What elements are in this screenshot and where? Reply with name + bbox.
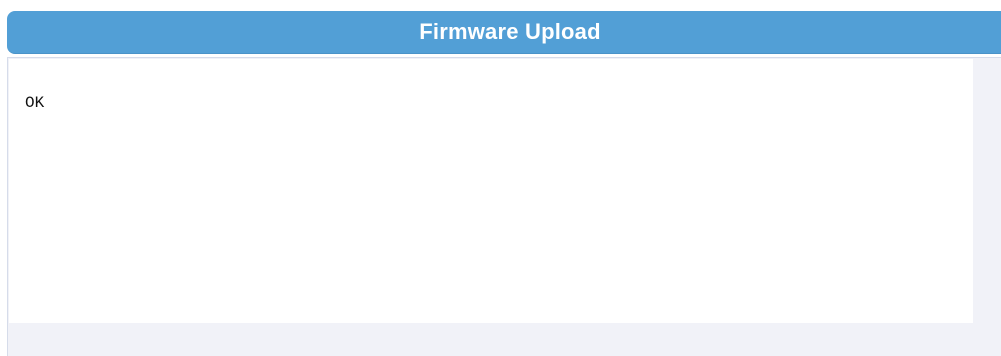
firmware-upload-panel: Firmware Upload OK <box>7 11 1001 356</box>
panel-header: Firmware Upload <box>7 11 1001 54</box>
upload-result-area: OK <box>9 59 973 323</box>
panel-body: OK <box>7 57 1001 356</box>
panel-title: Firmware Upload <box>419 19 601 44</box>
upload-result-text: OK <box>25 94 45 112</box>
